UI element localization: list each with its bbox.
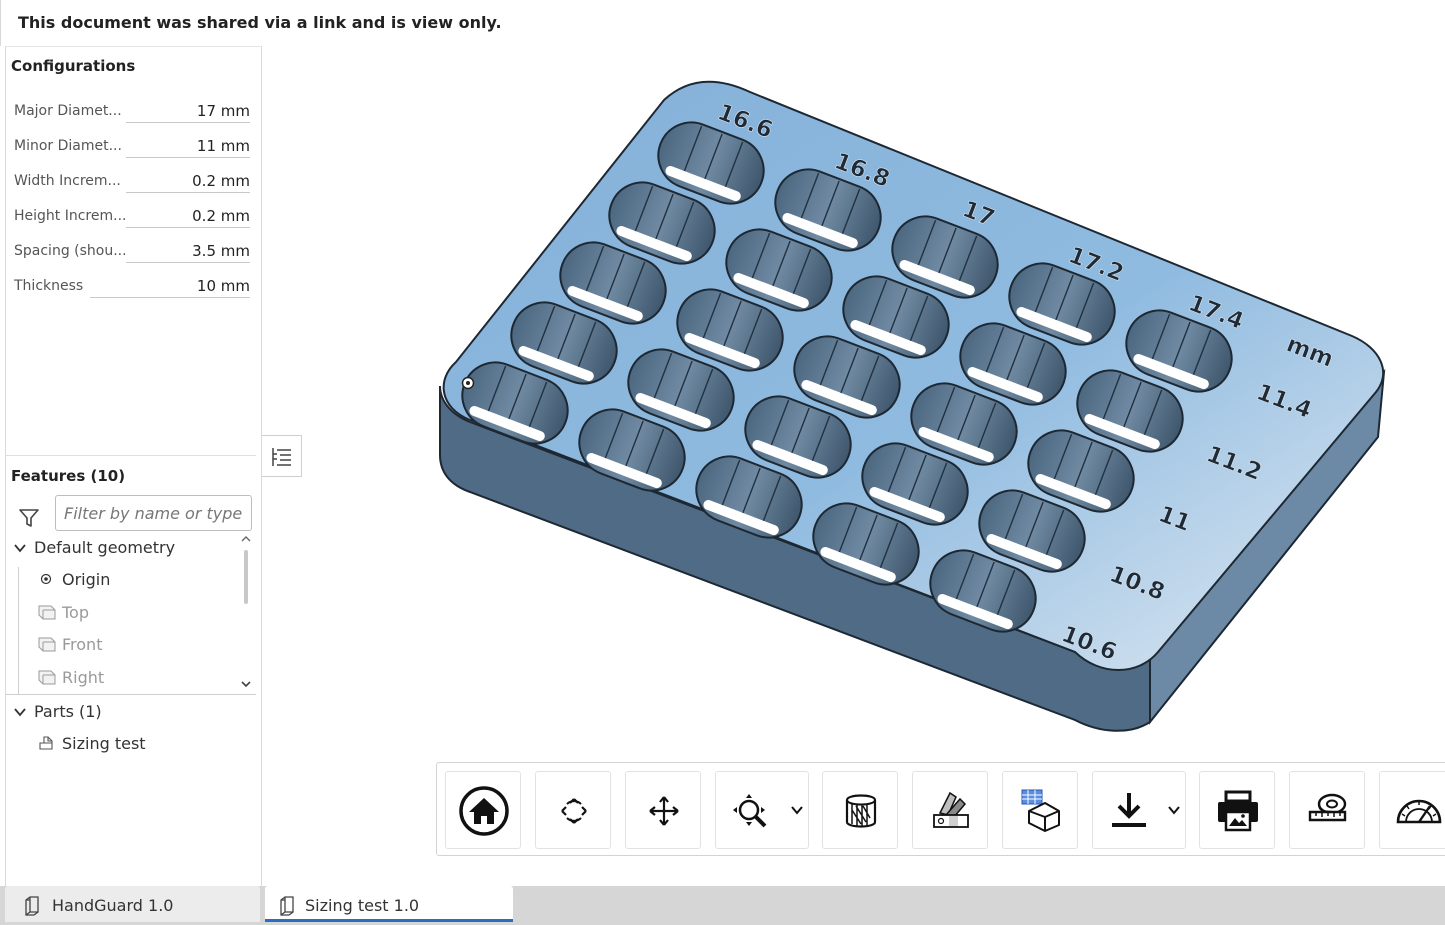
config-label: Width Increm... <box>14 173 121 189</box>
section-divider <box>6 455 256 456</box>
config-label: Spacing (shou... <box>14 243 127 259</box>
tree-item-right[interactable]: Right <box>38 666 238 692</box>
filter-icon[interactable] <box>18 507 40 529</box>
config-value[interactable]: 17 mm <box>126 99 250 123</box>
section-view-button[interactable] <box>822 771 898 849</box>
plane-icon <box>38 670 56 685</box>
feature-panel: Configurations Major Diamet... 17 mm Min… <box>5 46 262 886</box>
model-viewport[interactable]: 16.6 16.8 17 17.2 17.4 mm 11.4 11.2 11 1… <box>263 46 1445 886</box>
config-value[interactable]: 0.2 mm <box>126 169 250 193</box>
pan-icon <box>649 796 679 826</box>
tree-label: Top <box>62 603 89 622</box>
part-studio-icon <box>25 896 39 916</box>
chevron-down-icon[interactable] <box>1167 803 1181 817</box>
filter-input[interactable] <box>55 495 252 531</box>
app-window: This document was shared via a link and … <box>0 0 1445 925</box>
section-view-icon <box>845 794 877 828</box>
export-icon <box>1112 793 1146 827</box>
tree-label: Origin <box>62 570 111 589</box>
rotate-icon <box>561 798 587 824</box>
features-title: Features (10) <box>11 467 126 485</box>
pan-button[interactable] <box>625 771 701 849</box>
config-label: Major Diamet... <box>14 103 122 119</box>
tree-item-top[interactable]: Top <box>38 601 238 627</box>
tree-label: Parts (1) <box>34 702 102 721</box>
chevron-down-icon[interactable] <box>13 541 27 555</box>
home-icon <box>459 786 509 836</box>
tree-label: Right <box>62 668 105 687</box>
config-value[interactable]: 11 mm <box>126 134 250 158</box>
section-divider <box>6 694 256 695</box>
protractor-button[interactable] <box>1379 771 1445 849</box>
config-label: Minor Diamet... <box>14 138 122 154</box>
scroll-up-icon[interactable] <box>241 534 251 544</box>
tree-guide-line <box>18 567 19 695</box>
tree-item-front[interactable]: Front <box>38 633 238 659</box>
part-studio-icon <box>280 896 294 916</box>
measure-button[interactable] <box>1289 771 1365 849</box>
banner-text: This document was shared via a link and … <box>18 13 502 32</box>
measure-tape-icon <box>1308 793 1347 822</box>
tab-sizing-test[interactable]: Sizing test 1.0 <box>265 886 513 922</box>
view-only-banner: This document was shared via a link and … <box>0 0 1445 46</box>
config-row-spacing[interactable]: Spacing (shou... 3.5 mm <box>14 239 250 263</box>
tab-label: Sizing test 1.0 <box>305 896 420 915</box>
plane-icon <box>38 637 56 652</box>
part-icon <box>39 736 53 750</box>
scroll-down-icon[interactable] <box>241 679 251 689</box>
zoom-icon <box>733 794 767 828</box>
home-view-button[interactable] <box>445 771 521 849</box>
config-row-major-diameter[interactable]: Major Diamet... 17 mm <box>14 99 250 123</box>
print-icon <box>1218 790 1258 832</box>
tree-label: Default geometry <box>34 538 176 557</box>
origin-marker <box>461 376 475 390</box>
tab-label: HandGuard 1.0 <box>52 896 174 915</box>
protractor-icon <box>1396 799 1442 824</box>
config-row-thickness[interactable]: Thickness 10 mm <box>14 274 250 298</box>
chevron-down-icon[interactable] <box>13 705 27 719</box>
rotate-button[interactable] <box>535 771 611 849</box>
config-label: Thickness <box>14 278 84 294</box>
view-toolbar <box>436 762 1445 856</box>
tree-item-part[interactable]: Sizing test <box>38 732 238 758</box>
config-row-minor-diameter[interactable]: Minor Diamet... 11 mm <box>14 134 250 158</box>
origin-icon <box>40 573 52 585</box>
print-button[interactable] <box>1199 771 1275 849</box>
config-value[interactable]: 0.2 mm <box>126 204 250 228</box>
tree-label: Sizing test <box>62 734 146 753</box>
tree-item-origin[interactable]: Origin <box>38 568 238 594</box>
config-label: Height Increm... <box>14 208 127 224</box>
tree-label: Front <box>62 635 103 654</box>
display-states-button[interactable] <box>1002 771 1078 849</box>
document-tab-bar: HandGuard 1.0 Sizing test 1.0 <box>0 886 1445 925</box>
chevron-down-icon[interactable] <box>790 803 804 817</box>
plane-icon <box>38 605 56 620</box>
config-row-width-increment[interactable]: Width Increm... 0.2 mm <box>14 169 250 193</box>
config-value[interactable]: 3.5 mm <box>126 239 250 263</box>
scrollbar-thumb[interactable] <box>244 550 248 604</box>
export-button[interactable] <box>1092 771 1186 849</box>
display-states-icon <box>1021 789 1060 832</box>
configurations-title: Configurations <box>11 57 136 75</box>
config-value[interactable]: 10 mm <box>90 274 250 298</box>
config-row-height-increment[interactable]: Height Increm... 0.2 mm <box>14 204 250 228</box>
zoom-button[interactable] <box>715 771 809 849</box>
appearance-icon <box>933 791 969 828</box>
tab-handguard[interactable]: HandGuard 1.0 <box>5 886 260 922</box>
appearance-button[interactable] <box>912 771 988 849</box>
